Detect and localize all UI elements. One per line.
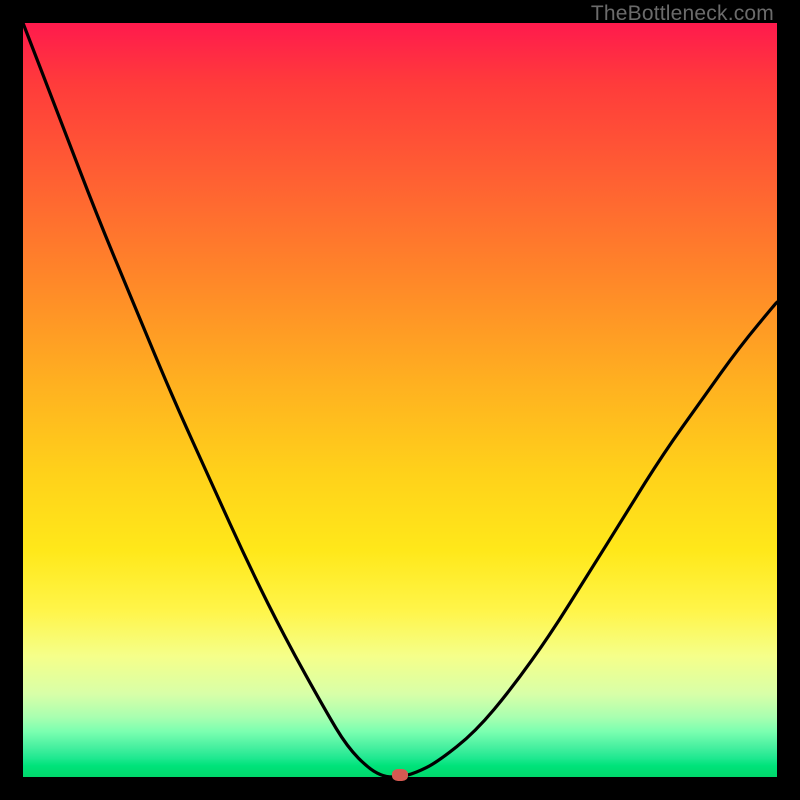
bottleneck-curve [23,23,777,777]
bottleneck-marker [392,769,408,781]
plot-area [23,23,777,777]
chart-container: TheBottleneck.com [0,0,800,800]
